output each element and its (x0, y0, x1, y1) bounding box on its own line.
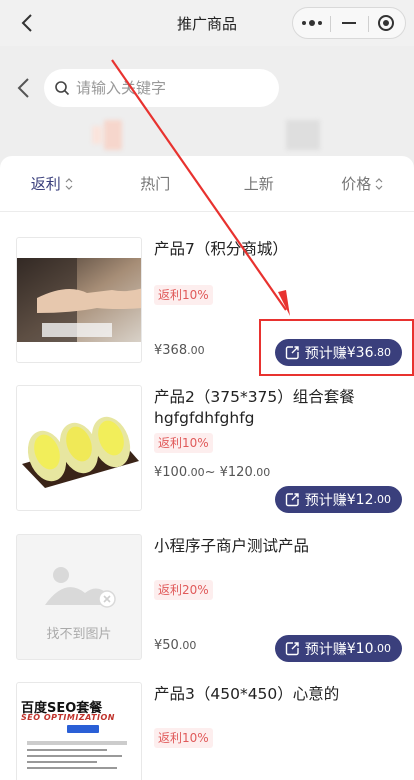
handshake-photo-icon (17, 258, 141, 342)
image-missing-text: 找不到图片 (46, 627, 112, 642)
tab-label: 热门 (140, 175, 171, 193)
mini-program-capsule (292, 7, 406, 39)
rebate-badge: 返利10% (154, 433, 213, 453)
search-input[interactable] (76, 79, 256, 97)
tab-hot[interactable]: 热门 (104, 156, 208, 211)
product-image-seo[interactable]: 百度SEO套餐 SEO OPTIMIZATION (16, 682, 142, 780)
tab-rebate[interactable]: 返利 (0, 156, 104, 211)
rebate-badge: 返利10% (154, 728, 213, 748)
product-item[interactable]: 找不到图片 小程序子商户测试产品 返利20% ¥50.00 预计赚 ¥10.00 (0, 534, 414, 664)
tab-new[interactable]: 上新 (207, 156, 311, 211)
product-item[interactable]: 百度SEO套餐 SEO OPTIMIZATION 产品3（450*450）心意的… (0, 682, 414, 780)
product-image-placeholder[interactable]: 找不到图片 (16, 534, 142, 660)
sort-arrows-icon (375, 177, 383, 190)
close-circle-icon (378, 15, 395, 31)
rebate-badge: 返利10% (154, 285, 213, 305)
rebate-badge: 返利20% (154, 580, 213, 600)
product-image-handshake[interactable] (16, 237, 142, 363)
tab-label: 上新 (243, 175, 274, 193)
blurred-avatar (92, 120, 122, 150)
product-name[interactable]: 产品2（375*375）组合套餐hgfgfdhfghfg (154, 387, 404, 429)
sort-tabs: 返利 热门 上新 价格 (0, 156, 414, 212)
more-button[interactable] (293, 8, 330, 38)
product-name[interactable]: 产品7（积分商城） (154, 239, 404, 260)
nav-bar: 推广商品 (0, 0, 414, 46)
cabbage-photo-icon (22, 416, 139, 488)
annotation-highlight-box (259, 319, 414, 376)
minimize-icon (341, 22, 356, 24)
product-price: ¥368.00 (154, 343, 205, 358)
share-icon (285, 493, 299, 507)
product-image-cabbage[interactable] (16, 385, 142, 511)
product-price: ¥50.00 (154, 638, 197, 653)
tab-label: 价格 (341, 175, 372, 193)
share-icon (285, 642, 299, 656)
search-header (0, 46, 414, 170)
seo-poster-icon (27, 725, 127, 769)
minimize-button[interactable] (330, 8, 367, 38)
back-icon[interactable] (16, 11, 40, 35)
search-icon (55, 81, 70, 96)
blurred-info (286, 120, 320, 150)
tab-label: 返利 (30, 175, 61, 193)
product-name[interactable]: 小程序子商户测试产品 (154, 536, 404, 557)
product-price-range: ¥100.00~ ¥120.00 (154, 465, 271, 480)
product-name[interactable]: 产品3（450*450）心意的 (154, 684, 404, 705)
estimated-earn-button[interactable]: 预计赚 ¥12.00 (274, 486, 402, 513)
product-item[interactable]: 产品2（375*375）组合套餐hgfgfdhfghfg 返利10% ¥100.… (0, 385, 414, 515)
close-button[interactable] (367, 8, 405, 38)
search-back-icon[interactable] (14, 76, 36, 100)
tab-price[interactable]: 价格 (311, 156, 414, 211)
search-bar[interactable] (44, 69, 279, 107)
sort-arrows-icon (65, 177, 73, 190)
more-dots-icon (301, 20, 322, 26)
estimated-earn-button[interactable]: 预计赚 ¥10.00 (274, 635, 402, 662)
